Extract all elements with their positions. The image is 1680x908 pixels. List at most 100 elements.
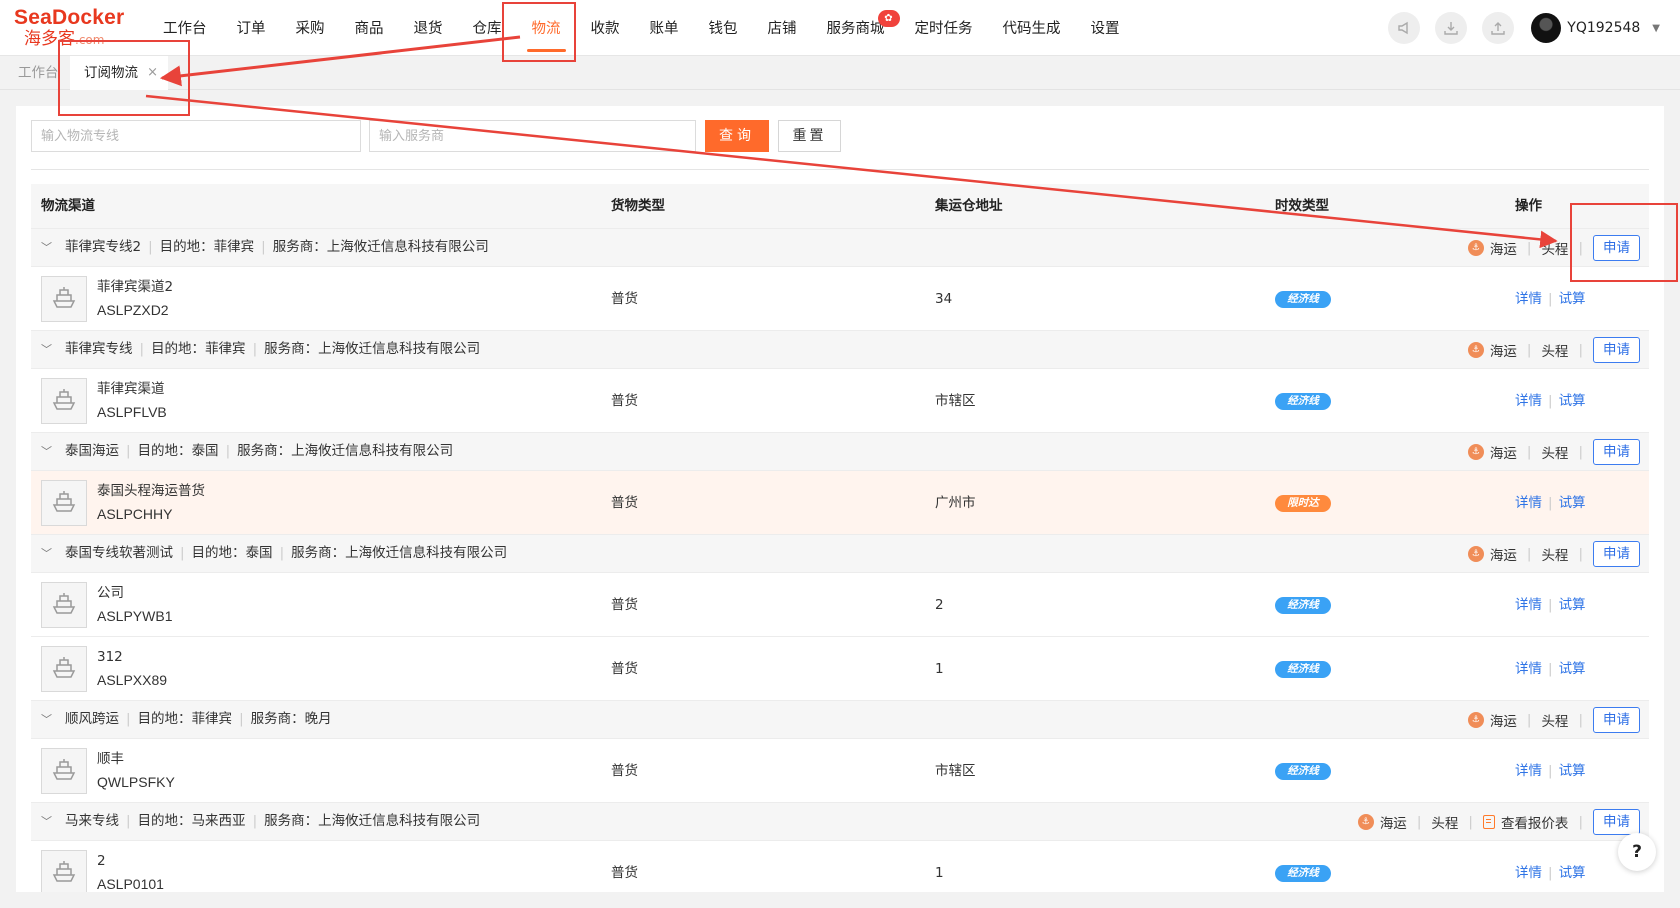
nav-item-11[interactable]: 服务商城 ✿ [812,0,900,56]
nav-item-2[interactable]: 采购 [281,0,340,56]
nav-item-4[interactable]: 退货 [399,0,458,56]
nav-item-5[interactable]: 仓库 [458,0,517,56]
warehouse-address: 1 [935,865,944,881]
tab-subscribe-logistics[interactable]: 订阅物流 × [70,56,168,90]
avatar[interactable] [1531,13,1562,43]
detail-link[interactable]: 详情 [1515,393,1542,409]
group-destination: 菲律宾 [205,341,246,357]
view-quote-link[interactable]: 查看报价表 [1501,812,1569,832]
close-icon[interactable]: × [147,56,158,90]
header-warehouse: 集运仓地址 [935,198,1003,214]
ship-icon [41,748,87,794]
chevron-down-icon[interactable]: ﹀ [41,229,52,266]
timeliness-badge: 经济线 [1275,763,1331,780]
group-name: 泰国海运 [65,443,119,459]
tab-workbench[interactable]: 工作台 [4,56,73,90]
nav-item-label: 工作台 [163,21,207,37]
detail-link[interactable]: 详情 [1515,495,1542,511]
detail-link[interactable]: 详情 [1515,597,1542,613]
nav-item-label: 店铺 [767,21,797,37]
detail-link[interactable]: 详情 [1515,661,1542,677]
table-row: 菲律宾渠道 ASLPFLVB 普货 市辖区 经济线 详情 | 试算 [31,368,1649,432]
group-destination: 泰国 [245,545,273,561]
warehouse-address: 市辖区 [935,763,976,779]
apply-button[interactable]: 申请 [1593,234,1640,261]
nav-item-13[interactable]: 代码生成 [988,0,1076,56]
username[interactable]: YQ192548 [1567,20,1640,36]
trial-calc-link[interactable]: 试算 [1559,597,1586,613]
trial-calc-link[interactable]: 试算 [1559,865,1586,881]
reset-button[interactable]: 重置 [778,120,841,152]
channel-name: 2 [97,853,106,869]
nav-item-12[interactable]: 定时任务 [900,0,988,56]
detail-link[interactable]: 详情 [1515,865,1542,881]
head-leg-label: 头程 [1541,343,1569,360]
apply-button[interactable]: 申请 [1593,808,1640,835]
nav-item-label: 物流 [531,21,561,37]
group-name: 菲律宾专线2 [65,239,142,255]
apply-button[interactable]: 申请 [1593,336,1640,363]
nav-item-0[interactable]: 工作台 [148,0,222,56]
chevron-down-icon[interactable]: ﹀ [41,535,52,572]
chevron-down-icon[interactable]: ﹀ [41,433,52,470]
provider-label: 服务商： [264,341,319,357]
group-ops: ⚓ 海运 | 头程 | 申请 [1467,701,1640,738]
channel-search-input[interactable] [31,120,361,152]
nav-item-3[interactable]: 商品 [340,0,399,56]
chevron-down-icon[interactable]: ﹀ [41,803,52,840]
ship-badge-icon: ⚓ [1467,341,1484,358]
divider [31,169,1649,170]
trial-calc-link[interactable]: 试算 [1559,661,1586,677]
provider-search-input[interactable] [369,120,696,152]
trial-calc-link[interactable]: 试算 [1559,495,1586,511]
nav-item-label: 钱包 [708,21,738,37]
warehouse-address: 广州市 [935,495,976,511]
nav-item-14[interactable]: 设置 [1076,0,1135,56]
query-button[interactable]: 查询 [705,120,769,152]
separator: | [126,443,131,459]
nav-item-10[interactable]: 店铺 [753,0,812,56]
channel-name: 312 [97,649,123,665]
separator: | [252,341,258,357]
apply-button[interactable]: 申请 [1593,706,1640,733]
provider-label: 服务商： [237,443,292,459]
apply-button[interactable]: 申请 [1593,540,1640,567]
announcement-icon[interactable] [1388,12,1421,44]
cargo-type: 普货 [611,661,638,677]
nav-item-8[interactable]: 账单 [635,0,694,56]
warehouse-address: 34 [935,291,953,307]
download-icon[interactable] [1435,12,1468,44]
group-row: ﹀ 泰国专线软著测试 | 目的地：泰国 | 服务商：上海攸迁信息科技有限公司 ⚓ 海运 | 头程 |… [31,534,1649,572]
nav-item-9[interactable]: 钱包 [694,0,753,56]
separator: | [1548,661,1553,677]
help-button[interactable]: ? [1618,833,1656,871]
row-ops: 详情 | 试算 [1515,739,1586,803]
timeliness-badge: 经济线 [1275,291,1331,308]
seadocker-logo[interactable]: SeaDocker 海多客.com [14,7,126,50]
caret-down-icon[interactable]: ▼ [1652,23,1660,34]
chevron-down-icon[interactable]: ﹀ [41,701,52,738]
nav-item-6[interactable]: 物流 [517,0,576,56]
chevron-down-icon[interactable]: ﹀ [41,331,52,368]
trial-calc-link[interactable]: 试算 [1559,291,1586,307]
group-ops: ⚓ 海运 | 头程 | 查看报价表 | 申请 [1357,803,1640,840]
trial-calc-link[interactable]: 试算 [1559,393,1586,409]
row-ops: 详情 | 试算 [1515,841,1586,892]
sea-transport-label: 海运 [1489,445,1517,462]
trial-calc-link[interactable]: 试算 [1559,763,1586,779]
ship-badge-icon: ⚓ [1467,239,1484,256]
nav-item-label: 设置 [1090,21,1120,37]
apply-button[interactable]: 申请 [1593,438,1640,465]
timeliness-badge: 经济线 [1275,661,1331,678]
upload-icon[interactable] [1482,12,1515,44]
dest-label: 目的地： [151,341,206,357]
table-row: 公司 ASLPYWB1 普货 2 经济线 详情 | 试算 [31,572,1649,636]
header-channel: 物流渠道 [41,198,95,214]
nav-item-1[interactable]: 订单 [222,0,281,56]
separator: | [126,711,131,727]
separator: | [139,341,145,357]
detail-link[interactable]: 详情 [1515,291,1542,307]
nav-item-7[interactable]: 收款 [576,0,635,56]
row-ops: 详情 | 试算 [1515,369,1586,433]
detail-link[interactable]: 详情 [1515,763,1542,779]
